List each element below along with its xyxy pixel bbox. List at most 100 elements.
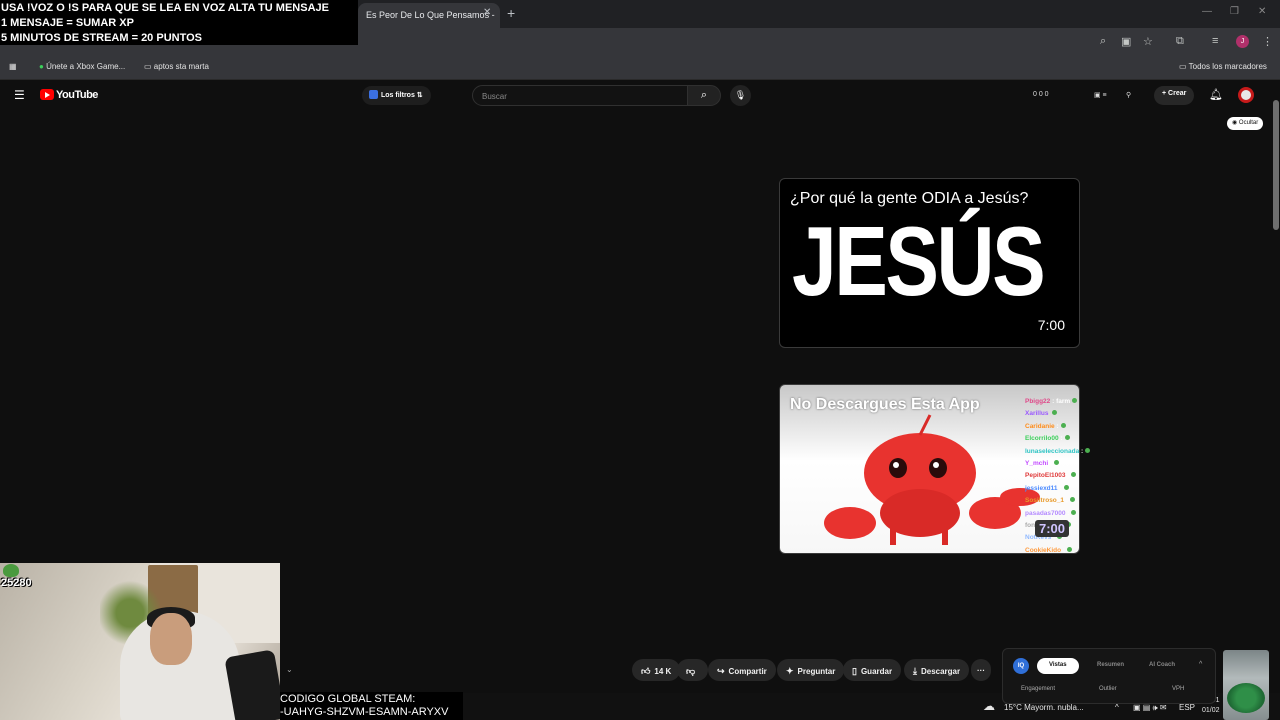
vidiq-sub-vph[interactable]: VPH [1172, 686, 1184, 692]
bookmark-folder-aptos[interactable]: ▭ aptos sta marta [144, 62, 209, 71]
zoom-icon[interactable]: ⌕ [1100, 35, 1106, 48]
emote-icon [1067, 546, 1073, 552]
filter-badge-icon [369, 90, 378, 99]
code-heading: CODIGO GLOBAL STEAM: [280, 693, 416, 705]
youtube-logo-text[interactable]: YouTube [56, 89, 98, 101]
tab-youtube[interactable]: Es Peor De Lo Que Pensamos - [358, 3, 500, 28]
create-button[interactable]: + Crear [1154, 86, 1195, 105]
emote-icon [1063, 484, 1069, 490]
weather-icon[interactable]: ☁ [983, 699, 995, 713]
dislike-button[interactable]: 👎︎ [677, 659, 709, 681]
chat-username: Pbigg22 [1025, 398, 1051, 405]
chat-text: : [1061, 546, 1066, 554]
vidiq-extension-icon[interactable]: ▣ ≡ [1094, 91, 1107, 99]
collapse-icon[interactable]: ^ [1199, 661, 1202, 668]
vidiq-tab-vistas[interactable]: Vistas [1037, 658, 1079, 674]
maximize-icon[interactable]: ❐ [1230, 6, 1239, 17]
hide-button[interactable]: ◉ Ocultar [1227, 117, 1264, 130]
chat-message: Caridanie : [1025, 421, 1087, 433]
overlay-line: 1 MENSAJE = SUMAR XP [1, 17, 134, 29]
chat-message: pasadas7000 : [1025, 508, 1087, 520]
tray-chevron-icon[interactable]: ^ [1115, 703, 1119, 712]
chat-message: CookieKido : [1025, 545, 1087, 557]
weather-text[interactable]: 15°C Mayorm. nubla... [1004, 703, 1084, 712]
save-button[interactable]: ▯ Guardar [843, 659, 902, 681]
video-title: No Descargues Esta App [790, 396, 980, 413]
microphone-icon[interactable]: 🎙 [730, 85, 751, 106]
extension-counters: 0 0 0 [1033, 91, 1049, 98]
vidiq-sub-outlier[interactable]: Outlier [1099, 686, 1117, 692]
search-icon[interactable]: ⌕ [687, 85, 721, 106]
vidiq-panel: IQ Vistas Resumen AI Coach ^ Engagement … [1002, 648, 1216, 704]
profile-avatar[interactable]: J [1236, 35, 1249, 48]
vidiq-logo: IQ [1013, 658, 1029, 674]
tab-close-icon[interactable]: ✕ [483, 7, 491, 18]
tray-icons[interactable]: ▣ ▤ 🕪︎ ✉ [1133, 703, 1167, 713]
hide-label: Ocultar [1238, 120, 1259, 126]
vidiq-sub-engagement[interactable]: Engagement [1021, 686, 1055, 692]
chevron-down-icon[interactable]: ⌄ [286, 665, 293, 674]
extension-icon[interactable]: ⚲ [1126, 91, 1131, 99]
language-indicator[interactable]: ESP [1179, 703, 1195, 712]
emote-icon [1064, 435, 1070, 441]
like-button[interactable]: 👍︎ 14 K [632, 659, 681, 681]
search-input[interactable]: Buscar [472, 85, 688, 106]
browser-menu-icon[interactable]: ⋮ [1262, 35, 1273, 48]
overlay-line: USA !VOZ O !S PARA QUE SE LEA EN VOZ ALT… [1, 2, 329, 14]
bookmark-star-icon[interactable]: ☆ [1143, 35, 1153, 48]
notifications-bell-icon[interactable]: 🔔︎ [1209, 88, 1223, 101]
channel-avatar[interactable] [1238, 87, 1254, 103]
scrollbar-thumb[interactable] [1273, 100, 1279, 230]
minimize-icon[interactable]: — [1202, 6, 1212, 17]
points-score: 25280 [1, 577, 32, 589]
chat-text: : [1058, 435, 1063, 443]
emote-icon [1052, 410, 1058, 416]
extensions-icon[interactable]: ⧉ [1176, 35, 1184, 48]
webcam-face [150, 613, 192, 665]
download-label: Descargar [920, 667, 961, 676]
download-button[interactable]: ⤓ Descargar [904, 659, 970, 681]
share-icon: ↪ [717, 666, 725, 676]
chat-username: pasadas7000 [1025, 509, 1066, 517]
youtube-logo-icon[interactable] [40, 89, 54, 100]
close-window-icon[interactable]: ✕ [1258, 6, 1266, 17]
chat-username: Caridanie [1025, 422, 1055, 430]
chat-username: lunaseleccionada [1025, 447, 1080, 455]
chat-username: jessiexd11 [1025, 484, 1058, 492]
vidiq-tab-resumen[interactable]: Resumen [1085, 658, 1136, 674]
reading-list-icon[interactable]: ≡ [1212, 35, 1218, 47]
webcam-microphone [224, 649, 280, 720]
emote-icon [1072, 398, 1078, 403]
chat-username: Y_mchi [1025, 460, 1049, 468]
emote-icon [1054, 460, 1060, 466]
video-card[interactable]: ¿Por qué la gente ODIA a Jesús? JESÚS 7:… [779, 178, 1080, 348]
sparkle-icon: ✦ [786, 666, 794, 676]
clock-date[interactable]: 01/02 [1202, 707, 1220, 714]
duration-badge: 7:00 [1035, 520, 1070, 537]
ask-button[interactable]: ✦ Preguntar [777, 659, 845, 681]
cast-icon[interactable]: ▣ [1121, 35, 1131, 48]
chat-message: Xarillus [1025, 408, 1087, 420]
share-button[interactable]: ↪ Compartir [708, 659, 776, 681]
bookmark-xbox-label: Únete a Xbox Game... [46, 62, 126, 71]
vidiq-tab-ai-coach[interactable]: AI Coach [1137, 658, 1187, 674]
youtube-header: ☰ YouTube Los filtros ⇅ Buscar ⌕ 🎙 0 0 0… [0, 81, 1272, 110]
chat-message: Pbigg22 : farm [1025, 396, 1087, 408]
share-label: Compartir [728, 667, 767, 676]
new-tab-icon[interactable]: + [507, 5, 515, 21]
emote-icon [1070, 497, 1075, 503]
create-label: Crear [1168, 90, 1187, 97]
hamburger-menu-icon[interactable]: ☰ [14, 88, 25, 102]
apps-grid-icon[interactable]: ▦ [9, 62, 17, 71]
chat-message: jessiexd11 : [1025, 483, 1087, 495]
thumbs-up-icon: 👍︎ [641, 666, 651, 676]
like-count: 14 K [654, 667, 672, 676]
chat-username: Xarillus [1025, 410, 1049, 418]
filters-button[interactable]: Los filtros ⇅ [362, 86, 431, 105]
bookmark-xbox[interactable]: ● Únete a Xbox Game... [39, 62, 125, 71]
all-bookmarks[interactable]: ▭ Todos los marcadores [1179, 62, 1267, 71]
tab-title: Es Peor De Lo Que Pensamos - [366, 10, 495, 20]
chat-text: : [1048, 460, 1053, 468]
more-actions-button[interactable]: ··· [971, 659, 991, 681]
save-icon: ▯ [852, 666, 857, 676]
